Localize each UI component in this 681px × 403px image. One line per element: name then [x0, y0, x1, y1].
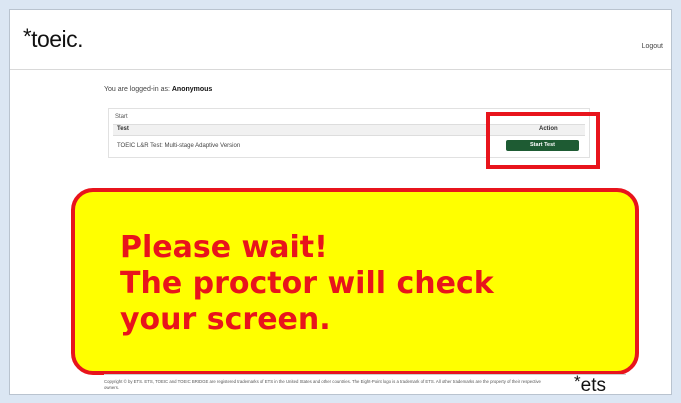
copyright-text: Copyright © by ETS. ETS, TOEIC and TOEIC… [104, 379, 541, 390]
login-prefix: You are logged-in as: [104, 86, 170, 93]
logo-dot: . [77, 26, 84, 52]
browser-window: *toeic. Logout You are logged-in as: Ano… [9, 9, 672, 395]
toeic-logo: *toeic. [23, 24, 84, 53]
ets-logo: *ets [574, 372, 606, 395]
login-status: You are logged-in as: Anonymous [104, 86, 212, 93]
test-name: TOEIC L&R Test: Multi-stage Adaptive Ver… [117, 143, 241, 149]
logout-link[interactable]: Logout [642, 43, 663, 50]
notice-line-1: Please wait! [120, 230, 328, 265]
action-highlight-box [486, 112, 600, 169]
column-header-test: Test [117, 126, 129, 132]
footer-divider [104, 374, 626, 375]
user-name: Anonymous [171, 86, 213, 93]
logo-star-icon: * [23, 24, 32, 49]
ets-star-icon: * [574, 372, 581, 391]
notice-line-3: your screen. [120, 302, 331, 337]
notice-line-2: The proctor will check [120, 266, 494, 301]
logo-text: toeic [31, 26, 78, 52]
site-header: *toeic. Logout [10, 10, 671, 70]
proctor-notice: Please wait! The proctor will check your… [71, 188, 639, 375]
panel-title: Start [115, 114, 128, 120]
notice-text: Please wait! The proctor will check your… [120, 230, 494, 338]
ets-text: ets [580, 375, 606, 395]
